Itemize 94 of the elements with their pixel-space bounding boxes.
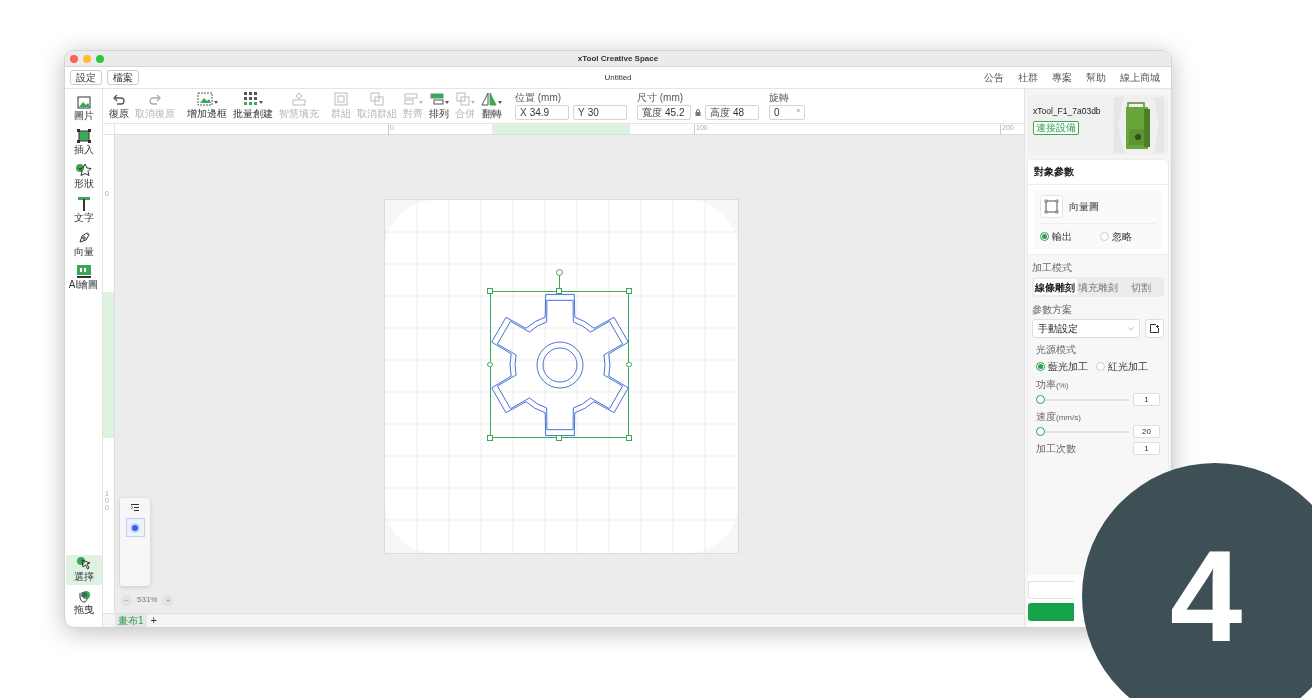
menu-button[interactable]: 檔案 (107, 70, 139, 85)
arrange-icon (429, 92, 444, 106)
slider-thumb[interactable] (1036, 395, 1045, 404)
resize-handle[interactable] (487, 362, 493, 367)
radio-option[interactable]: 藍光加工 (1036, 359, 1088, 374)
device-name: xTool_F1_7a03db (1033, 105, 1101, 118)
menu-link[interactable]: 線上商城 (1120, 70, 1160, 85)
resize-handle[interactable] (487, 435, 493, 441)
add-tab-button[interactable]: + (150, 615, 157, 626)
menu-link[interactable]: 公告 (984, 70, 1004, 85)
preset-dropdown[interactable]: 手動設定 (1032, 319, 1140, 338)
menu-link[interactable]: 社群 (1018, 70, 1038, 85)
undo-icon (112, 94, 126, 106)
ai-image-icon (76, 265, 91, 278)
field-label: 位置 (mm) (515, 92, 563, 104)
slider-label: 速度(mm/s) (1036, 410, 1082, 424)
chevron-down-icon (1128, 326, 1134, 331)
align-icon (403, 92, 418, 106)
radio-option[interactable]: 輸出 (1040, 229, 1072, 244)
resize-handle[interactable] (556, 288, 562, 294)
number-field[interactable]: 寬度 45.2 (637, 105, 691, 120)
tool-button[interactable]: 拖曳 (65, 588, 102, 618)
window-title: xTool Creative Space (577, 52, 659, 65)
field-label: 尺寸 (mm) (637, 92, 685, 104)
section-label: 光源模式 (1036, 343, 1077, 357)
menu-button[interactable]: 設定 (70, 70, 102, 85)
combine-icon (455, 92, 470, 106)
resize-handle[interactable] (626, 288, 632, 294)
field-label: 加工次數 (1036, 442, 1076, 456)
radio-option[interactable]: 忽略 (1100, 229, 1132, 244)
number-field[interactable]: X 34.9 (515, 105, 569, 120)
image-icon (76, 96, 91, 109)
save-preset-icon (1150, 324, 1159, 333)
save-preset-button[interactable] (1145, 319, 1164, 338)
toolbar-button[interactable]: 復原 (109, 92, 129, 120)
mode-tab[interactable]: 切割 (1119, 279, 1162, 295)
tool-button[interactable]: 圖片 (65, 94, 102, 124)
section-label: 參數方案 (1032, 303, 1073, 317)
close-icon[interactable] (70, 55, 78, 63)
menu-link[interactable]: 專案 (1052, 70, 1072, 85)
tool-button[interactable]: AI繪圖 (65, 263, 102, 293)
toolbar-button[interactable]: 排列 (429, 92, 449, 120)
step-number: 4 (1170, 526, 1243, 666)
resize-handle[interactable] (626, 362, 632, 367)
shapes-icon (75, 163, 92, 177)
tool-button[interactable]: 形狀 (65, 161, 102, 192)
section-title: 對象參數 (1028, 160, 1168, 185)
number-field[interactable]: Y 30 (573, 105, 627, 120)
group-icon (334, 92, 348, 106)
mode-tab[interactable]: 線條雕刻 (1034, 279, 1077, 295)
document-title: Untitled (604, 71, 632, 84)
tool-button[interactable]: 插入 (65, 127, 102, 158)
flip-icon (481, 92, 497, 106)
number-field[interactable]: 1 (1133, 442, 1160, 455)
redo-icon (148, 94, 162, 106)
ungroup-icon (370, 92, 384, 106)
menu-link[interactable]: 幫助 (1086, 70, 1106, 85)
layers-icon[interactable] (131, 504, 139, 511)
slider[interactable] (1036, 427, 1129, 436)
resize-handle[interactable] (626, 435, 632, 441)
number-field[interactable]: 高度 48 (705, 105, 759, 120)
section-label: 加工模式 (1032, 261, 1073, 275)
slider-label: 功率(%) (1036, 378, 1070, 392)
pen-icon (76, 231, 91, 245)
fill-icon (292, 92, 306, 106)
pointer-icon (76, 557, 91, 570)
image-frame-icon (196, 92, 213, 106)
tool-button[interactable]: 選擇 (65, 555, 102, 585)
toolbar-button[interactable]: 翻轉 (481, 92, 502, 120)
resize-handle[interactable] (556, 435, 562, 441)
tool-button[interactable]: 文字 (65, 195, 102, 226)
connect-button[interactable]: 連接設備 (1033, 120, 1079, 135)
grid-icon (243, 92, 258, 106)
rotate-handle[interactable] (556, 269, 563, 289)
maximize-icon[interactable] (96, 55, 104, 63)
slider-thumb[interactable] (1036, 427, 1045, 436)
zoom-level: 531% (137, 594, 158, 606)
field-label: 旋轉 (769, 92, 790, 104)
number-field[interactable]: 0 ° (769, 105, 805, 120)
toolbar-button[interactable]: 批量創建 (233, 92, 273, 120)
vector-shape-icon (1040, 195, 1063, 218)
mode-tab[interactable]: 填充雕刻 (1076, 279, 1120, 295)
frame-icon (76, 129, 91, 143)
radio-option[interactable]: 紅光加工 (1096, 359, 1148, 374)
object-type: 向量圖 (1069, 200, 1099, 214)
slider[interactable] (1036, 395, 1129, 404)
text-icon (77, 197, 90, 211)
number-field[interactable]: 20 (1133, 425, 1160, 438)
number-field[interactable]: 1 (1133, 393, 1160, 406)
layer-thumbnail[interactable] (125, 518, 145, 537)
tool-button[interactable]: 向量 (65, 229, 102, 260)
resize-handle[interactable] (487, 288, 493, 294)
lock-icon[interactable] (695, 109, 701, 116)
toolbar-button[interactable]: 增加邊框 (187, 92, 227, 120)
